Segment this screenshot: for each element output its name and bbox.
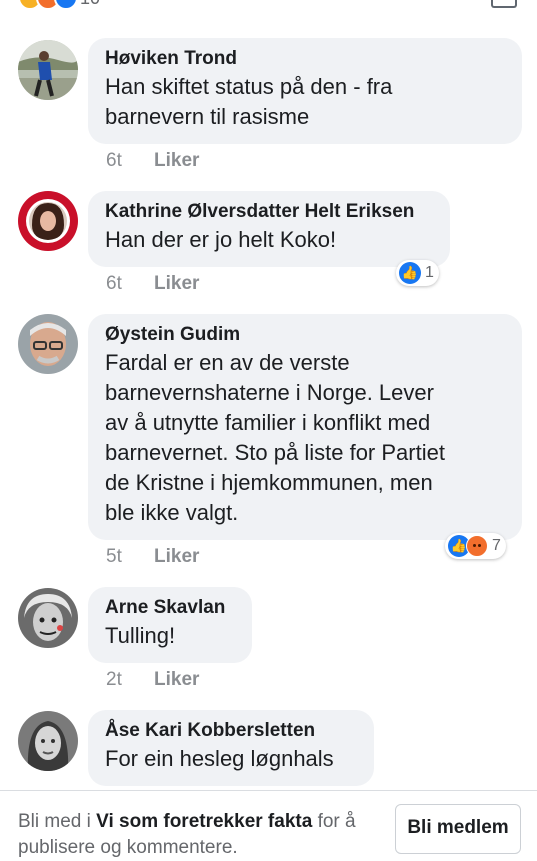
comment-text-line: Han skiftet status på den - fra — [105, 74, 393, 99]
join-group-button[interactable]: Bli medlem — [395, 804, 521, 854]
avatar-sketch-image — [18, 588, 78, 648]
like-button[interactable]: Liker — [154, 273, 199, 294]
comment-reactions[interactable]: 👍 1 — [396, 260, 439, 286]
comment-text-line: Fardal er en av de verste — [105, 350, 350, 375]
comment-text-line: barnevernet. Sto på liste for Partiet — [105, 440, 445, 465]
avatar[interactable] — [18, 314, 78, 374]
like-button[interactable]: Liker — [154, 150, 199, 171]
comment-meta: 2t Liker — [106, 669, 199, 691]
group-name-link[interactable]: Vi som foretrekker fakta — [96, 811, 312, 832]
comment-bubble: Arne Skavlan Tulling! — [88, 587, 252, 663]
comment-bubble: Høviken Trond Han skiftet status på den … — [88, 38, 522, 144]
comment-text-line: ble ikke valgt. — [105, 500, 239, 525]
avatar-runner-image — [18, 40, 78, 100]
comment-text-line: de Kristne i hjemkommunen, men — [105, 470, 433, 495]
comment-bubble: Øystein Gudim Fardal er en av de verste … — [88, 314, 522, 540]
comment-time[interactable]: 6t — [106, 273, 154, 295]
comment-author[interactable]: Åse Kari Kobbersletten — [105, 718, 357, 744]
comment-text-line: For ein hesleg løgnhals — [105, 746, 334, 771]
like-button[interactable]: Liker — [154, 546, 199, 567]
comment-text-line: Han der er jo helt Koko! — [105, 227, 337, 252]
comment-time[interactable]: 6t — [106, 150, 154, 172]
reaction-count: 7 — [492, 537, 501, 554]
avatar-man-glasses-image — [18, 314, 78, 374]
comment-text-line: barnevern til rasisme — [105, 104, 310, 129]
comment-text: Tulling! — [105, 621, 235, 651]
share-icon[interactable] — [491, 0, 517, 8]
comment-text: Fardal er en av de verste barnevernshate… — [105, 348, 505, 528]
avatar-woman-image — [18, 711, 78, 771]
comment-time[interactable]: 2t — [106, 669, 154, 691]
comment-author[interactable]: Høviken Trond — [105, 46, 505, 72]
comment-text-line: Tulling! — [105, 623, 176, 648]
avatar[interactable] — [18, 711, 78, 771]
comment-bubble: Åse Kari Kobbersletten For ein hesleg lø… — [88, 710, 374, 786]
like-icon: 👍 — [399, 262, 421, 284]
like-reaction-icon — [54, 0, 78, 10]
like-button[interactable]: Liker — [154, 669, 199, 690]
avatar-badge-image — [18, 191, 78, 251]
angry-icon — [466, 535, 488, 557]
comment-meta: 6t Liker — [106, 273, 199, 295]
comment-text: Han der er jo helt Koko! — [105, 225, 433, 255]
reaction-count: 10 — [80, 0, 100, 9]
avatar[interactable] — [18, 191, 78, 251]
comment-time[interactable]: 5t — [106, 546, 154, 568]
comment-meta: 6t Liker — [106, 150, 199, 172]
comment-reactions[interactable]: 👍 7 — [445, 533, 506, 559]
reaction-count: 1 — [425, 264, 434, 281]
post-reactions-bar[interactable]: 10 — [0, 0, 537, 22]
join-group-bar: Bli med i Vi som foretrekker fakta for å… — [0, 790, 537, 858]
comment-author[interactable]: Arne Skavlan — [105, 595, 235, 621]
comment-author[interactable]: Øystein Gudim — [105, 322, 505, 348]
join-prefix: Bli med i — [18, 811, 97, 832]
comment-text-line: barnevernshaterne i Norge. Lever — [105, 380, 434, 405]
comment-text-line: av å utnytte familier i konflikt med — [105, 410, 431, 435]
avatar[interactable] — [18, 40, 78, 100]
comment-bubble: Kathrine Ølversdatter Helt Eriksen Han d… — [88, 191, 450, 267]
avatar[interactable] — [18, 588, 78, 648]
join-prompt: Bli med i Vi som foretrekker fakta for å… — [18, 809, 388, 861]
comment-author[interactable]: Kathrine Ølversdatter Helt Eriksen — [105, 199, 433, 225]
comment-meta: 5t Liker — [106, 546, 199, 568]
comment-text: Han skiftet status på den - fra barnever… — [105, 72, 505, 132]
comment-text: For ein hesleg løgnhals — [105, 744, 357, 774]
